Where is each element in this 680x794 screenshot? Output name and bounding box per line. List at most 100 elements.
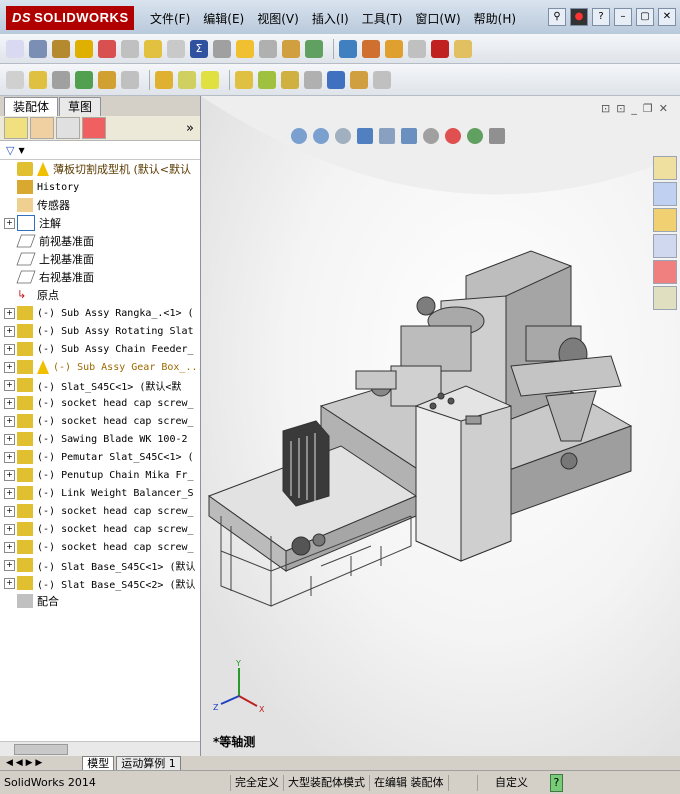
expand-icon[interactable]: +: [4, 559, 15, 571]
clearance-icon[interactable]: [350, 70, 368, 89]
tree-item[interactable]: ↳ 原点: [0, 286, 200, 304]
explode-line-icon[interactable]: [304, 70, 322, 89]
instant3d-icon[interactable]: [373, 70, 391, 89]
sum-icon[interactable]: Σ: [190, 39, 208, 58]
expand-icon[interactable]: +: [4, 523, 15, 535]
expand-icon[interactable]: +: [4, 361, 15, 373]
filter-icon[interactable]: ▽: [6, 144, 14, 157]
minimize-button[interactable]: –: [614, 8, 632, 26]
tree-item[interactable]: + (-) Sawing Blade WK 100-2: [0, 430, 200, 448]
display-manager-icon[interactable]: [82, 117, 106, 139]
tree-item[interactable]: + (-) Sub Assy Rangka_.<1> (: [0, 304, 200, 322]
expand-icon[interactable]: +: [4, 451, 15, 463]
help-icon[interactable]: ?: [592, 8, 610, 26]
section-properties-icon[interactable]: [75, 39, 93, 58]
restore-button[interactable]: ▢: [636, 8, 654, 26]
tree-item[interactable]: 上视基准面: [0, 250, 200, 268]
property-manager-icon[interactable]: [30, 117, 54, 139]
expand-icon[interactable]: +: [4, 307, 15, 319]
interference-detection-icon[interactable]: [327, 70, 345, 89]
status-help-icon[interactable]: ?: [549, 773, 564, 792]
expand-icon[interactable]: +: [4, 433, 15, 445]
expand-icon[interactable]: +: [4, 469, 15, 481]
selection-filter-icon[interactable]: [144, 39, 162, 58]
tree-item[interactable]: History: [0, 178, 200, 196]
expand-icon[interactable]: +: [4, 343, 15, 355]
costing-icon[interactable]: [385, 39, 403, 58]
tree-item[interactable]: + (-) socket head cap screw_: [0, 394, 200, 412]
expand-icon[interactable]: +: [4, 577, 15, 589]
tree-item[interactable]: 传感器: [0, 196, 200, 214]
menu-file[interactable]: 文件(F): [150, 10, 190, 27]
assembly-features-icon[interactable]: [178, 70, 196, 89]
filter-dropdown-icon[interactable]: ▼: [18, 146, 24, 155]
tree-item[interactable]: + (-) socket head cap screw_: [0, 502, 200, 520]
tab-sketch[interactable]: 草图: [59, 97, 102, 116]
tree-filter[interactable]: ▽ ▼: [0, 141, 200, 160]
tree-item[interactable]: + (-) Slat Base_S45C<2> (默认: [0, 574, 200, 592]
menu-view[interactable]: 视图(V): [257, 10, 299, 27]
mate-icon[interactable]: [52, 70, 70, 89]
tab-model[interactable]: 模型: [82, 755, 115, 771]
warning-icon[interactable]: [236, 39, 254, 58]
tree-item[interactable]: + (-) Link Weight Balancer_S: [0, 484, 200, 502]
status-units-dropdown[interactable]: 自定义: [476, 774, 546, 791]
tree-item[interactable]: + 注解: [0, 214, 200, 232]
tree-item[interactable]: + (-) Sub Assy Rotating Slat: [0, 322, 200, 340]
tree-item[interactable]: 配合: [0, 592, 200, 610]
tab-assembly[interactable]: 装配体: [4, 97, 59, 116]
tree-item[interactable]: + (-) Sub Assy Chain Feeder_: [0, 340, 200, 358]
statistics-icon[interactable]: [282, 39, 300, 58]
bill-of-materials-icon[interactable]: [258, 70, 276, 89]
close-button[interactable]: ✕: [658, 8, 676, 26]
panel-horizontal-scrollbar[interactable]: [0, 741, 200, 756]
scrollbar-thumb[interactable]: [14, 744, 68, 755]
move-component-icon[interactable]: [121, 70, 139, 89]
expand-icon[interactable]: +: [4, 541, 15, 553]
reference-geometry-icon[interactable]: [201, 70, 219, 89]
check-tool-icon[interactable]: [408, 39, 426, 58]
exploded-view-icon[interactable]: [281, 70, 299, 89]
tree-item[interactable]: + (-) Sub Assy Gear Box_...: [0, 358, 200, 376]
new-part-icon[interactable]: [29, 70, 47, 89]
align-icon[interactable]: [259, 39, 277, 58]
solidworks-logo[interactable]: DS SOLIDWORKS: [6, 6, 134, 30]
render-icon[interactable]: [454, 39, 472, 58]
checkbox-icon[interactable]: [167, 39, 185, 58]
expand-icon[interactable]: +: [4, 217, 15, 229]
mass-properties-icon[interactable]: [52, 39, 70, 58]
tree-item[interactable]: 右视基准面: [0, 268, 200, 286]
tree-item[interactable]: + (-) Pemutar Slat_S45C<1> (: [0, 448, 200, 466]
expand-icon[interactable]: +: [4, 325, 15, 337]
show-hidden-icon[interactable]: [155, 70, 173, 89]
menu-window[interactable]: 窗口(W): [415, 10, 460, 27]
interference-icon[interactable]: [213, 39, 231, 58]
check-icon[interactable]: [98, 39, 116, 58]
tab-scroll-arrows-icon[interactable]: ◀ ◀ ▶ ▶: [6, 758, 42, 768]
new-motion-study-icon[interactable]: [235, 70, 253, 89]
spell-check-icon[interactable]: [6, 39, 24, 58]
expand-icon[interactable]: +: [4, 397, 15, 409]
expand-icon[interactable]: +: [4, 415, 15, 427]
linear-pattern-icon[interactable]: [75, 70, 93, 89]
assembly-model[interactable]: [201, 96, 680, 756]
design-checker-icon[interactable]: [362, 39, 380, 58]
smart-fasteners-icon[interactable]: [98, 70, 116, 89]
graphics-area[interactable]: ⊡ ⊡ _ ❐ ✕ Y X Z *等轴测: [201, 96, 680, 756]
tree-item[interactable]: 前视基准面: [0, 232, 200, 250]
evaluate-icon[interactable]: [339, 39, 357, 58]
measure-icon[interactable]: [29, 39, 47, 58]
geometry-analysis-icon[interactable]: [121, 39, 139, 58]
feature-manager-icon[interactable]: [4, 117, 28, 139]
tab-motion-study[interactable]: 运动算例 1: [116, 755, 181, 771]
tree-item[interactable]: + (-) Penutup Chain Mika Fr_: [0, 466, 200, 484]
pin-icon[interactable]: ⚲: [548, 8, 566, 26]
menu-edit[interactable]: 编辑(E): [203, 10, 244, 27]
tree-item[interactable]: + (-) socket head cap screw_: [0, 412, 200, 430]
expand-icon[interactable]: +: [4, 379, 15, 391]
tree-root[interactable]: 薄板切割成型机 (默认<默认: [0, 160, 200, 178]
menu-tools[interactable]: 工具(T): [362, 10, 403, 27]
tree-item[interactable]: + (-) socket head cap screw_: [0, 520, 200, 538]
expand-icon[interactable]: +: [4, 487, 15, 499]
menu-help[interactable]: 帮助(H): [474, 10, 516, 27]
